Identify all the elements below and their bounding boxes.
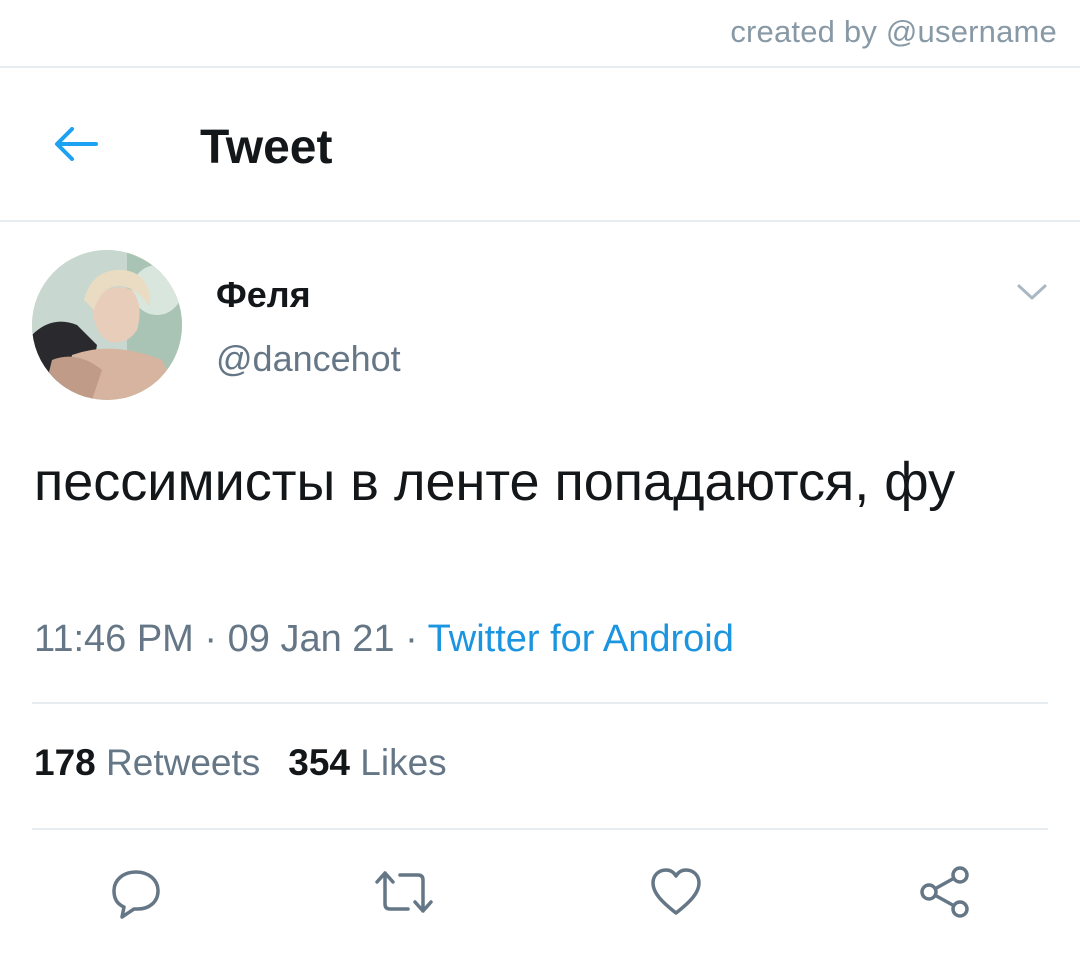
author-handle[interactable]: @dancehot: [216, 338, 401, 380]
tweet-time: 11:46 PM: [34, 618, 194, 660]
arrow-left-icon: [55, 127, 98, 161]
more-options-button[interactable]: [1012, 276, 1052, 308]
share-button[interactable]: [912, 862, 976, 922]
back-button[interactable]: [44, 116, 108, 172]
author-display-name[interactable]: Феля: [216, 274, 311, 316]
reply-icon: [112, 870, 160, 919]
like-button[interactable]: [644, 862, 708, 922]
meta-separator: ·: [394, 618, 428, 660]
likes-label[interactable]: Likes: [360, 742, 446, 783]
avatar[interactable]: [32, 250, 182, 400]
avatar-image: [32, 250, 182, 400]
retweet-icon: [375, 871, 433, 913]
like-icon: [651, 868, 701, 915]
retweets-label[interactable]: Retweets: [106, 742, 260, 783]
chevron-down-icon: [1017, 284, 1047, 300]
tweet-source-link[interactable]: Twitter for Android: [428, 618, 734, 660]
likes-count[interactable]: 354: [288, 742, 350, 783]
header-divider: [0, 220, 1080, 222]
page-title: Tweet: [200, 121, 333, 174]
credit-label: created by @username: [730, 14, 1057, 49]
meta-separator: ·: [193, 618, 228, 660]
reply-button[interactable]: [104, 862, 168, 922]
share-icon: [920, 866, 969, 918]
tweet-stats: 178 Retweets 354 Likes: [34, 742, 447, 784]
tweet-meta: 11:46 PM · 09 Jan 21 · Twitter for Andro…: [34, 618, 734, 661]
tweet-text: пессимисты в ленте попадаются, фу: [34, 452, 956, 512]
tweet-date: 09 Jan 21: [227, 618, 395, 660]
retweets-count[interactable]: 178: [34, 742, 96, 783]
stats-divider: [32, 828, 1048, 830]
top-bar: Tweet: [0, 68, 1080, 220]
meta-divider: [32, 702, 1048, 704]
retweet-button[interactable]: [372, 862, 436, 922]
